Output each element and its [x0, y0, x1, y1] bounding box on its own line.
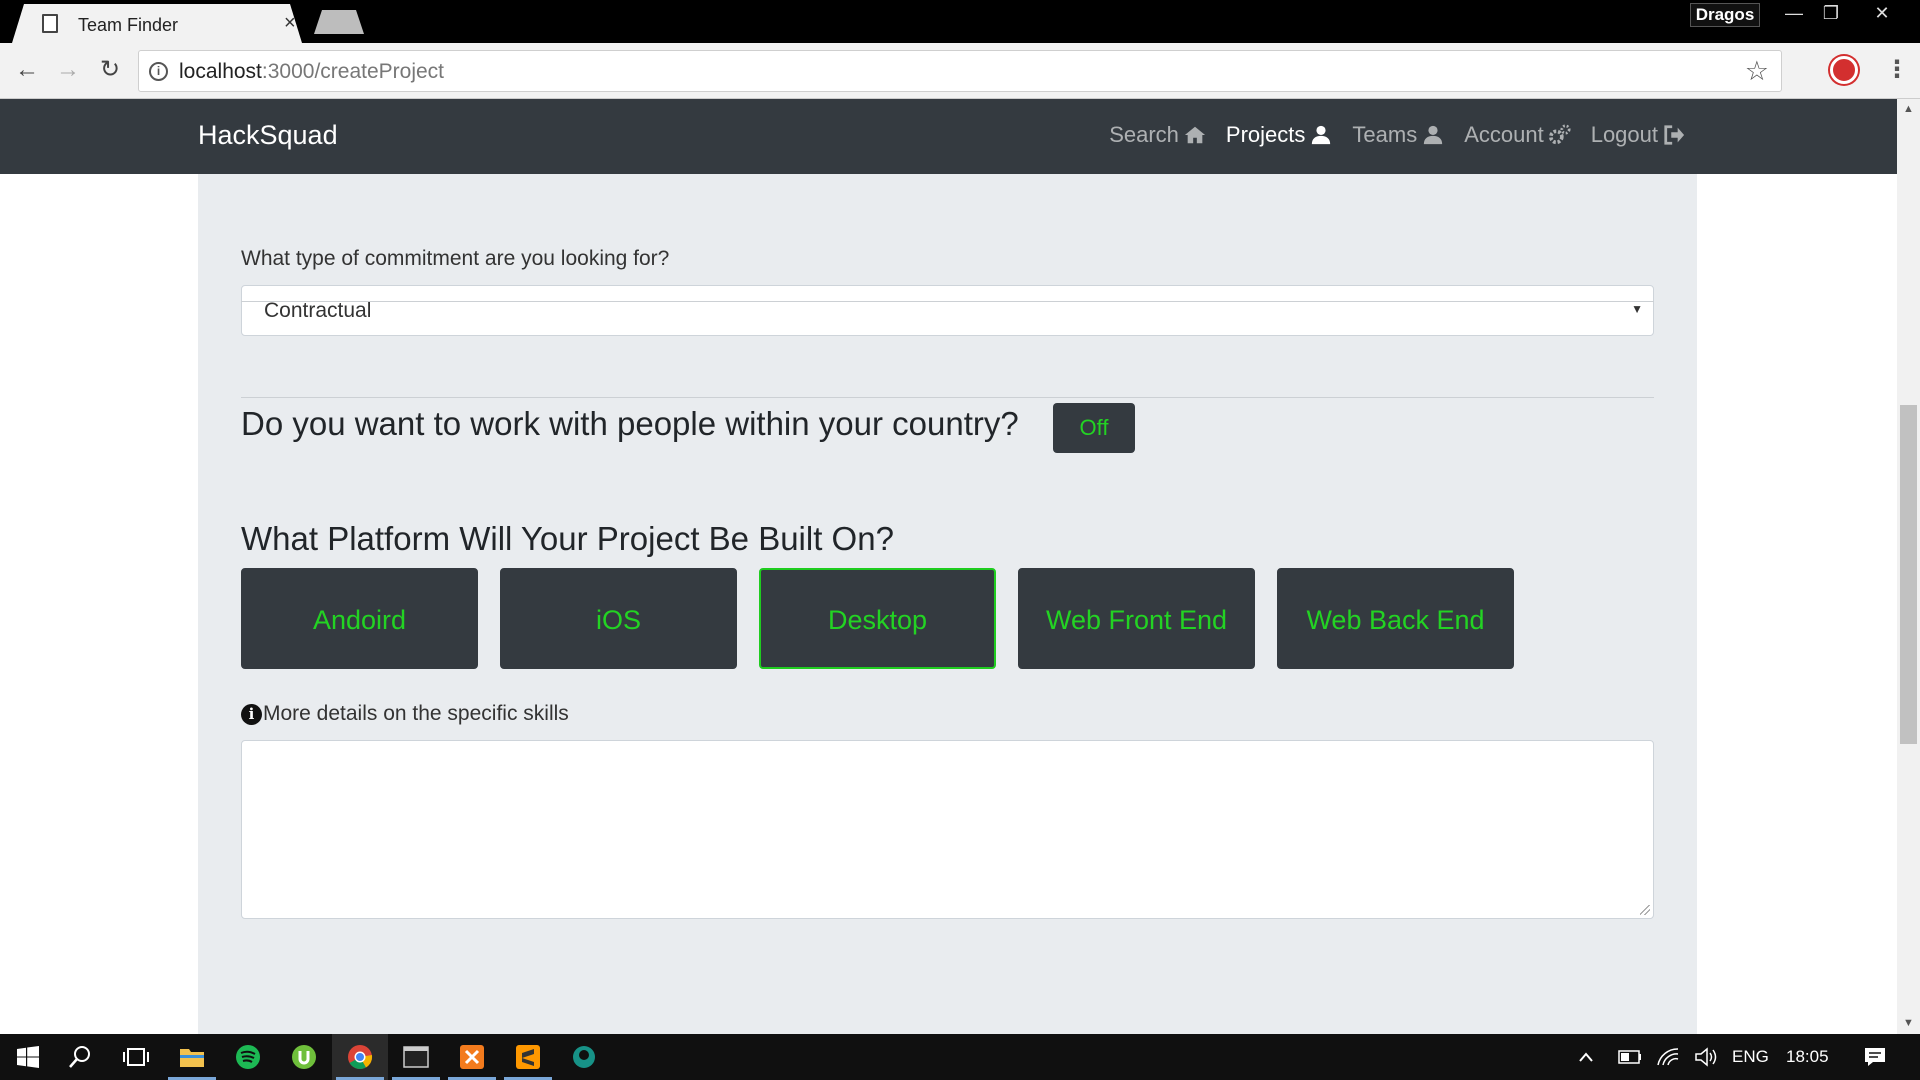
browser-tab[interactable]: Team Finder × — [12, 4, 302, 43]
resize-handle-icon[interactable] — [1640, 905, 1650, 915]
nav-account-label: Account — [1464, 122, 1544, 147]
show-hidden-icons-chevron-icon[interactable] — [1568, 1034, 1604, 1080]
url-path: :3000/createProject — [261, 60, 444, 83]
xampp-icon[interactable] — [444, 1034, 500, 1080]
user-icon — [1424, 125, 1443, 145]
extension-icon[interactable] — [1830, 56, 1858, 84]
country-toggle-button[interactable]: Off — [1053, 403, 1135, 453]
minimize-icon[interactable]: — — [1778, 0, 1810, 26]
forward-arrow-icon[interactable]: → — [53, 55, 83, 85]
scroll-down-arrow-icon[interactable]: ▼ — [1897, 1015, 1920, 1032]
back-arrow-icon[interactable]: ← — [12, 55, 42, 85]
terminal-icon[interactable] — [388, 1034, 444, 1080]
platform-web-front-end-button[interactable]: Web Front End — [1018, 568, 1255, 669]
tab-title: Team Finder — [78, 15, 179, 35]
file-explorer-icon[interactable] — [164, 1034, 220, 1080]
task-view-icon[interactable] — [108, 1034, 164, 1080]
platform-web-back-end-button[interactable]: Web Back End — [1277, 568, 1514, 669]
platform-android-button[interactable]: Andoird — [241, 568, 478, 669]
details-textarea[interactable] — [241, 740, 1654, 919]
action-center-icon[interactable] — [1852, 1034, 1898, 1080]
details-label: i More details on the specific skills — [241, 702, 569, 726]
gitkraken-icon[interactable] — [556, 1034, 612, 1080]
details-label-text: More details on the specific skills — [263, 702, 569, 725]
brand-logo[interactable]: HackSquad — [198, 120, 338, 151]
sign-out-icon — [1664, 125, 1685, 145]
chevron-down-icon: ▼ — [1631, 302, 1643, 316]
browser-titlebar: Team Finder × Dragos — ❐ ✕ — [0, 0, 1920, 43]
tab-close-icon[interactable]: × — [284, 12, 296, 35]
windows-start-icon[interactable] — [0, 1034, 56, 1080]
utorrent-icon[interactable] — [276, 1034, 332, 1080]
spotify-icon[interactable] — [220, 1034, 276, 1080]
close-window-icon[interactable]: ✕ — [1866, 0, 1898, 26]
platform-options: Andoird iOS Desktop Web Front End Web Ba… — [241, 568, 1514, 669]
scroll-up-arrow-icon[interactable]: ▲ — [1897, 101, 1920, 118]
search-icon[interactable] — [52, 1034, 108, 1080]
platform-desktop-button[interactable]: Desktop — [759, 568, 996, 669]
page-viewport: HackSquad Search Projects Teams Account … — [0, 99, 1920, 1034]
nav-projects-label: Projects — [1225, 122, 1306, 147]
nav-links: Search Projects Teams Account Logout — [1109, 122, 1685, 148]
info-circle-icon: i — [241, 703, 262, 725]
browser-toolbar: ← → ↻ i localhost:3000/createProject ☆ ⋮ — [0, 43, 1920, 99]
home-icon — [1184, 126, 1206, 144]
nav-logout-label: Logout — [1590, 122, 1658, 147]
gears-icon — [1548, 124, 1571, 145]
divider — [241, 397, 1654, 398]
nav-logout[interactable]: Logout — [1591, 122, 1685, 148]
sublime-text-icon[interactable] — [500, 1034, 556, 1080]
clock[interactable]: 18:05 — [1786, 1047, 1829, 1067]
chrome-icon[interactable] — [332, 1034, 388, 1080]
windows-taskbar: ENG 18:05 — [0, 1034, 1920, 1080]
country-question: Do you want to work with people within y… — [241, 405, 1019, 442]
scroll-thumb[interactable] — [1900, 405, 1917, 744]
platform-question: What Platform Will Your Project Be Built… — [241, 520, 894, 557]
nav-teams[interactable]: Teams — [1352, 122, 1444, 148]
browser-menu-icon[interactable]: ⋮ — [1885, 55, 1909, 84]
url-text[interactable]: localhost:3000/createProject — [179, 60, 444, 84]
reload-icon[interactable]: ↻ — [95, 55, 125, 85]
new-tab-button[interactable] — [314, 10, 364, 34]
volume-icon[interactable] — [1688, 1034, 1724, 1080]
battery-icon[interactable] — [1612, 1034, 1648, 1080]
bookmark-star-icon[interactable]: ☆ — [1745, 56, 1769, 87]
commitment-select-value: Contractual — [264, 299, 372, 322]
site-info-icon[interactable]: i — [149, 62, 168, 81]
divider — [241, 301, 1654, 302]
wifi-icon[interactable] — [1650, 1034, 1686, 1080]
nav-search-label: Search — [1109, 122, 1179, 147]
page-scrollbar[interactable]: ▲ ▼ — [1897, 99, 1920, 1034]
commitment-label: What type of commitment are you looking … — [241, 247, 670, 270]
nav-account[interactable]: Account — [1464, 122, 1571, 148]
top-navbar: HackSquad Search Projects Teams Account … — [0, 99, 1897, 174]
restore-icon[interactable]: ❐ — [1815, 0, 1847, 26]
user-icon — [1312, 125, 1331, 145]
nav-teams-label: Teams — [1352, 122, 1418, 147]
nav-projects[interactable]: Projects — [1226, 122, 1332, 148]
address-bar[interactable]: i localhost:3000/createProject ☆ — [138, 50, 1782, 92]
language-indicator[interactable]: ENG — [1732, 1047, 1769, 1067]
profile-button[interactable]: Dragos — [1690, 3, 1760, 27]
nav-search[interactable]: Search — [1109, 122, 1206, 148]
platform-ios-button[interactable]: iOS — [500, 568, 737, 669]
url-host: localhost — [179, 60, 262, 83]
commitment-select[interactable]: Contractual ▼ — [241, 285, 1654, 336]
document-icon — [42, 14, 58, 33]
